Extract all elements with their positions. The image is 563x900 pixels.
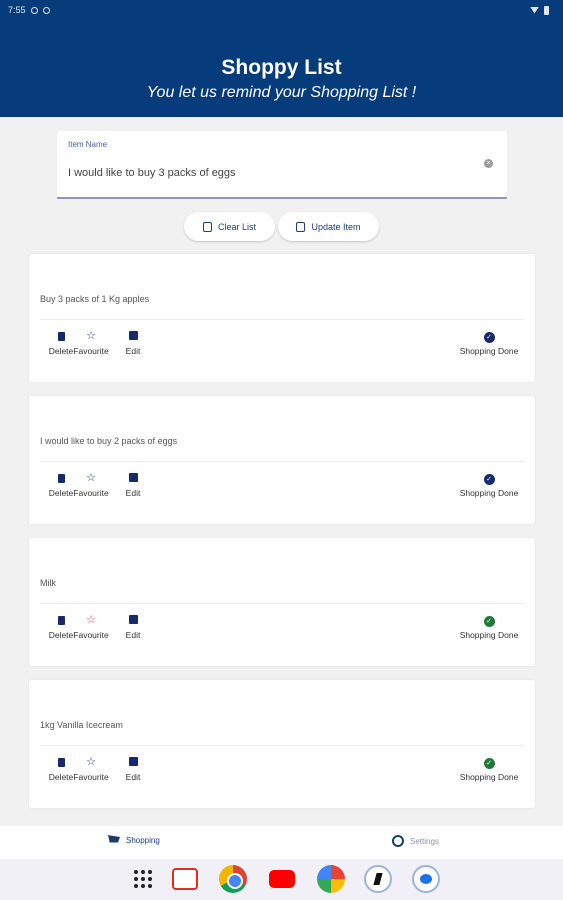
list-item-text: 1kg Vanilla Icecream — [40, 720, 123, 730]
star-icon: ☆ — [86, 756, 96, 768]
edit-label: Edit — [125, 346, 141, 356]
item-name-field[interactable]: Item Name I would like to buy 3 packs of… — [57, 131, 507, 199]
check-circle-icon: ✓ — [483, 474, 495, 485]
clear-list-icon — [202, 221, 212, 232]
messages-icon[interactable] — [412, 865, 440, 893]
edit-icon — [128, 473, 138, 482]
edit-button[interactable]: Edit — [114, 330, 152, 356]
fitness-app-icon[interactable] — [364, 865, 392, 893]
favourite-label: Favourite — [73, 630, 109, 640]
trash-icon — [57, 332, 65, 341]
favourite-button[interactable]: ☆ Favourite — [71, 472, 111, 498]
nav-tab-shopping[interactable]: Shopping — [107, 835, 160, 845]
check-circle-icon: ✓ — [483, 332, 495, 343]
edit-label: Edit — [125, 488, 141, 498]
update-item-icon — [296, 221, 306, 232]
star-icon: ☆ — [86, 472, 96, 484]
app-subtitle: You let us remind your Shopping List ! — [146, 84, 417, 101]
app-drawer-icon[interactable] — [129, 865, 155, 891]
update-item-button[interactable]: Update Item — [278, 212, 379, 241]
app-title: Shoppy List — [221, 56, 342, 79]
clear-text-icon[interactable]: × — [484, 159, 493, 168]
chrome-icon[interactable] — [219, 865, 247, 893]
photos-icon[interactable] — [317, 865, 345, 893]
divider — [40, 745, 524, 746]
list-item: I would like to buy 2 packs of eggs Dele… — [29, 396, 535, 524]
check-circle-icon: ✓ — [483, 616, 495, 627]
notification-icon — [30, 6, 38, 14]
shopping-done-label: Shopping Done — [459, 630, 519, 640]
nav-shopping-label: Shopping — [126, 835, 160, 845]
shopping-done-button[interactable]: ✓ Shopping Done — [453, 756, 525, 782]
list-item: 1kg Vanilla Icecream Delete ☆ Favourite … — [29, 680, 535, 808]
item-name-input[interactable]: I would like to buy 3 packs of eggs — [68, 167, 236, 179]
shopping-done-button[interactable]: ✓ Shopping Done — [453, 330, 525, 356]
favourite-label: Favourite — [73, 488, 109, 498]
shopping-done-label: Shopping Done — [459, 346, 519, 356]
app-header: 7:55 Shoppy List You let us remind your … — [0, 0, 563, 117]
shopping-done-button[interactable]: ✓ Shopping Done — [453, 614, 525, 640]
trash-icon — [57, 474, 65, 483]
update-item-label: Update Item — [311, 221, 361, 232]
edit-icon — [128, 757, 138, 766]
system-taskbar — [0, 859, 563, 900]
youtube-icon[interactable] — [269, 870, 295, 888]
clear-list-button[interactable]: Clear List — [184, 212, 275, 241]
sync-icon — [42, 6, 50, 14]
list-item-text: Buy 3 packs of 1 Kg apples — [40, 294, 150, 304]
trash-icon — [57, 758, 65, 767]
battery-icon — [544, 5, 549, 15]
favourite-button[interactable]: ☆ Favourite — [71, 756, 111, 782]
list-item-text: Milk — [40, 578, 56, 588]
edit-icon — [128, 331, 138, 340]
nav-tab-settings[interactable]: Settings — [392, 835, 439, 847]
wifi-icon — [530, 6, 539, 14]
edit-button[interactable]: Edit — [114, 756, 152, 782]
edit-button[interactable]: Edit — [114, 472, 152, 498]
list-item: Buy 3 packs of 1 Kg apples Delete ☆ Favo… — [29, 254, 535, 382]
divider — [40, 603, 524, 604]
item-name-label: Item Name — [68, 140, 108, 149]
list-item: Milk Delete ☆ Favourite Edit ✓ Shopping … — [29, 538, 535, 666]
shopping-done-label: Shopping Done — [459, 772, 519, 782]
favourite-button[interactable]: ☆ Favourite — [71, 614, 111, 640]
edit-label: Edit — [125, 772, 141, 782]
bottom-navigation: Shopping Settings — [0, 826, 563, 859]
star-icon: ☆ — [86, 330, 96, 342]
status-bar: 7:55 — [8, 3, 549, 17]
check-circle-icon: ✓ — [483, 758, 495, 769]
favourite-label: Favourite — [73, 346, 109, 356]
divider — [40, 461, 524, 462]
gmail-icon[interactable] — [172, 868, 198, 890]
list-item-text: I would like to buy 2 packs of eggs — [40, 436, 178, 446]
edit-icon — [128, 615, 138, 624]
status-time: 7:55 — [8, 5, 26, 15]
gear-icon — [392, 835, 404, 847]
shopping-done-button[interactable]: ✓ Shopping Done — [453, 472, 525, 498]
edit-label: Edit — [125, 630, 141, 640]
trash-icon — [57, 616, 65, 625]
shopping-cart-icon — [107, 835, 120, 843]
divider — [40, 319, 524, 320]
nav-settings-label: Settings — [410, 836, 439, 846]
star-icon: ☆ — [86, 614, 96, 626]
favourite-label: Favourite — [73, 772, 109, 782]
shopping-done-label: Shopping Done — [459, 488, 519, 498]
favourite-button[interactable]: ☆ Favourite — [71, 330, 111, 356]
edit-button[interactable]: Edit — [114, 614, 152, 640]
clear-list-label: Clear List — [217, 221, 256, 232]
